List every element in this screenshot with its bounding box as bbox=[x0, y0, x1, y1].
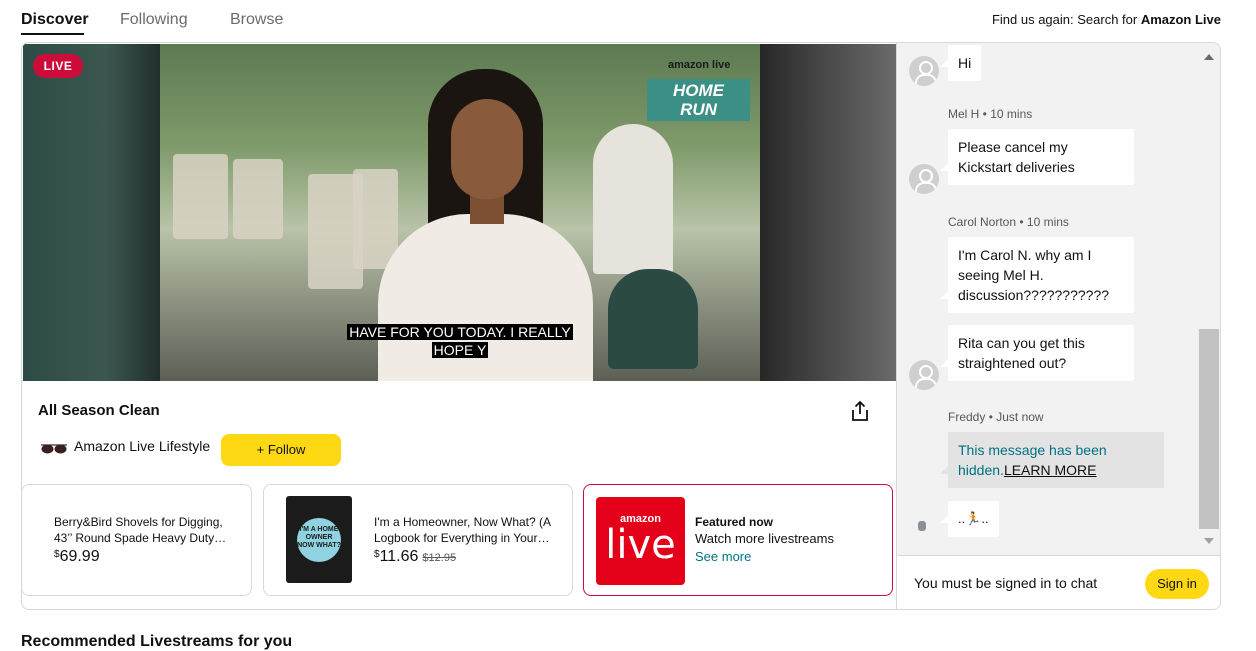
product-price: $11.66 $12.95 bbox=[374, 548, 456, 566]
featured-subtitle: Watch more livestreams bbox=[695, 531, 834, 546]
hidden-message-line: This message has been bbox=[958, 442, 1107, 458]
chat-scrollbar[interactable] bbox=[1198, 49, 1220, 547]
chat-message-text: Hi bbox=[958, 55, 972, 71]
user-avatar-icon bbox=[918, 521, 926, 531]
scroll-up-icon[interactable] bbox=[1204, 54, 1214, 60]
chat-meta: Freddy • Just now bbox=[948, 410, 1044, 424]
user-avatar-icon bbox=[909, 164, 939, 194]
video-blur-left bbox=[23, 44, 160, 381]
side-table bbox=[608, 269, 698, 369]
price-value: 69.99 bbox=[59, 548, 100, 565]
hidden-message-line: hidden. bbox=[958, 462, 1004, 478]
video-player[interactable]: LIVE amazon live HOME RUN HAVE FOR YOU T… bbox=[23, 44, 896, 381]
sign-in-button[interactable]: Sign in bbox=[1145, 569, 1209, 599]
chat-author: Carol Norton bbox=[948, 215, 1017, 229]
find-us-prefix: Find us again: Search for bbox=[991, 12, 1141, 27]
sign-in-prompt: You must be signed in to chat bbox=[914, 575, 1098, 591]
chat-author: Freddy bbox=[948, 410, 986, 424]
see-more-link[interactable]: See more bbox=[695, 549, 751, 564]
tab-browse[interactable]: Browse bbox=[230, 11, 283, 29]
caption-line1: HAVE FOR YOU TODAY. I REALLY bbox=[347, 324, 573, 340]
scroll-thumb[interactable] bbox=[1199, 329, 1219, 529]
live-badge: LIVE bbox=[33, 54, 83, 78]
livestream-card: LIVE amazon live HOME RUN HAVE FOR YOU T… bbox=[21, 42, 1221, 610]
patio-chair bbox=[173, 154, 228, 239]
product-card[interactable]: I'M A HOME OWNER NOW WHAT? I'm a Homeown… bbox=[263, 484, 573, 596]
product-price: $69.99 bbox=[54, 548, 100, 566]
channel-name[interactable]: Amazon Live Lifestyle bbox=[74, 438, 210, 454]
meta-separator: • bbox=[985, 410, 997, 424]
chat-message-line: Please cancel my bbox=[958, 139, 1068, 155]
find-us-brand: Amazon Live bbox=[1140, 12, 1221, 27]
scroll-down-icon[interactable] bbox=[1204, 538, 1214, 544]
host-face bbox=[451, 99, 523, 199]
chat-footer: You must be signed in to chat Sign in bbox=[897, 555, 1220, 609]
user-avatar-icon bbox=[909, 360, 939, 390]
chat-meta: Mel H • 10 mins bbox=[948, 107, 1032, 121]
chat-message: I'm Carol N. why am I seeing Mel H. disc… bbox=[940, 237, 1134, 313]
patio-chair bbox=[233, 159, 283, 239]
chat-author: Mel H bbox=[948, 107, 980, 121]
product-image[interactable]: I'M A HOME OWNER NOW WHAT? bbox=[286, 496, 352, 583]
chat-message-text: ..🏃.. bbox=[958, 511, 989, 526]
active-tab-underline bbox=[21, 33, 84, 35]
tab-following[interactable]: Following bbox=[120, 11, 188, 29]
chat-time: Just now bbox=[996, 410, 1044, 424]
chat-message-line: seeing Mel H. bbox=[958, 267, 1044, 283]
logo-live-text: live bbox=[605, 522, 676, 568]
patio-chair bbox=[353, 169, 398, 269]
sunglasses-icon bbox=[41, 444, 67, 454]
meta-separator: • bbox=[979, 107, 991, 121]
chat-message-line: discussion??????????? bbox=[958, 287, 1110, 303]
chat-message-line: I'm Carol N. why am I bbox=[958, 247, 1092, 263]
chat-message-line: Kickstart deliveries bbox=[958, 159, 1075, 175]
follow-button[interactable]: + Follow bbox=[221, 434, 341, 466]
chat-message: ..🏃.. bbox=[940, 501, 999, 537]
book-cover-title: I'M A HOME OWNER NOW WHAT? bbox=[297, 518, 341, 562]
top-nav: Discover Following Browse Find us again:… bbox=[0, 0, 1256, 40]
pizza-oven bbox=[593, 124, 673, 274]
caption-line2: HOPE Y bbox=[431, 342, 489, 358]
show-logo-line2: RUN bbox=[680, 100, 717, 119]
show-title: All Season Clean bbox=[38, 402, 160, 419]
show-logo-line1: HOME bbox=[673, 81, 724, 100]
amazon-live-logo: amazon live bbox=[596, 497, 685, 585]
price-currency: $ bbox=[54, 549, 60, 560]
video-blur-right bbox=[759, 44, 896, 381]
video-caption: HAVE FOR YOU TODAY. I REALLY HOPE Y bbox=[340, 323, 580, 359]
chat-message: Please cancel my Kickstart deliveries bbox=[940, 129, 1134, 185]
chat-message-line: Rita can you get this bbox=[958, 335, 1085, 351]
chat-time: 10 mins bbox=[990, 107, 1033, 121]
product-title[interactable]: Berry&Bird Shovels for Digging, 43’’ Rou… bbox=[54, 514, 239, 548]
original-price: $12.95 bbox=[422, 552, 457, 564]
chat-panel: Hi Mel H • 10 mins Please cancel my Kick… bbox=[896, 43, 1220, 609]
chat-meta: Carol Norton • 10 mins bbox=[948, 215, 1069, 229]
chat-message: Hi bbox=[939, 45, 982, 81]
user-avatar-icon bbox=[909, 56, 939, 86]
product-title[interactable]: I'm a Homeowner, Now What? (A Logbook fo… bbox=[374, 514, 562, 548]
find-us-text: Find us again: Search for Amazon Live bbox=[992, 12, 1221, 27]
featured-heading: Featured now bbox=[695, 515, 774, 529]
featured-card[interactable]: amazon live Featured now Watch more live… bbox=[583, 484, 893, 596]
tab-discover[interactable]: Discover bbox=[21, 11, 89, 29]
chat-messages[interactable]: Hi Mel H • 10 mins Please cancel my Kick… bbox=[897, 43, 1220, 553]
price-currency: $ bbox=[374, 549, 380, 560]
amazon-live-watermark: amazon live bbox=[668, 59, 731, 71]
recommended-heading: Recommended Livestreams for you bbox=[21, 633, 293, 650]
show-logo: HOME RUN bbox=[647, 79, 750, 121]
share-icon[interactable] bbox=[850, 400, 870, 422]
chat-message-line: straightened out? bbox=[958, 355, 1067, 371]
chat-message: Rita can you get this straightened out? bbox=[940, 325, 1134, 381]
meta-separator: • bbox=[1016, 215, 1027, 229]
chat-time: 10 mins bbox=[1026, 215, 1069, 229]
price-value: 11.66 bbox=[379, 548, 419, 565]
learn-more-link[interactable]: LEARN MORE bbox=[1004, 462, 1097, 478]
product-card[interactable]: Berry&Bird Shovels for Digging, 43’’ Rou… bbox=[22, 484, 252, 596]
hidden-message: This message has been hidden.LEARN MORE bbox=[940, 432, 1164, 488]
